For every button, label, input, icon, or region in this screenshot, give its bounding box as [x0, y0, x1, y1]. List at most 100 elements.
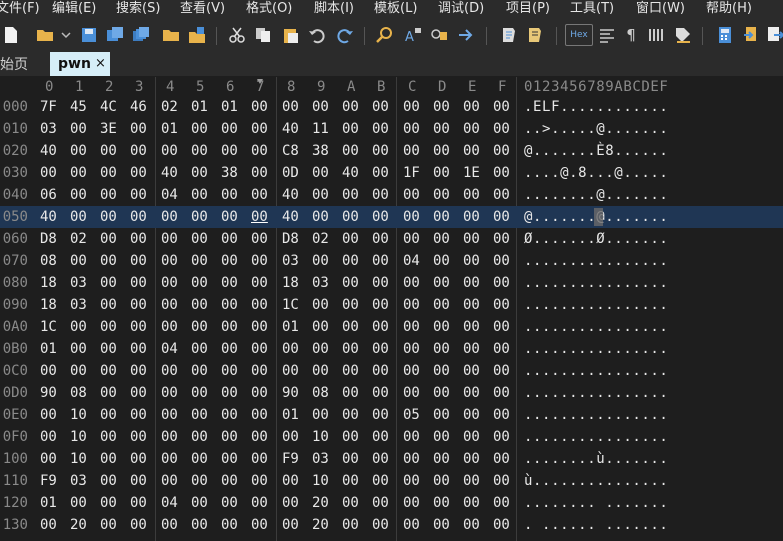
hex-byte[interactable]: 00	[463, 514, 487, 536]
hex-byte[interactable]: 00	[463, 184, 487, 206]
hex-byte[interactable]: 00	[493, 448, 517, 470]
hex-byte[interactable]: 00	[251, 250, 275, 272]
hex-row[interactable]: 060 D8 02 00 00 00 00 00 00 D8 02 00 00 00 00 00 00 Ø....…	[0, 228, 783, 250]
hex-byte[interactable]: 00	[463, 294, 487, 316]
hex-byte[interactable]: 00	[433, 96, 457, 118]
hex-byte[interactable]: 00	[161, 514, 185, 536]
hex-byte[interactable]: 00	[403, 228, 427, 250]
hex-byte[interactable]: 00	[251, 118, 275, 140]
ascii-text[interactable]: ........ù.......	[524, 448, 668, 470]
calculator-icon[interactable]	[714, 24, 736, 46]
hex-byte[interactable]: 1E	[463, 162, 487, 184]
hex-byte[interactable]: 00	[463, 338, 487, 360]
hex-byte[interactable]: 00	[342, 448, 366, 470]
hex-byte[interactable]: 08	[40, 250, 64, 272]
hex-byte[interactable]: 00	[433, 514, 457, 536]
hex-byte[interactable]: 00	[463, 426, 487, 448]
ascii-text[interactable]: ................	[524, 316, 668, 338]
cut-icon[interactable]	[226, 24, 248, 46]
hex-row[interactable]: 0E0 00 10 00 00 00 00 00 00 01 00 00 00 05 00 00 00.....…	[0, 404, 783, 426]
hex-byte[interactable]: 00	[251, 470, 275, 492]
hex-byte[interactable]: 00	[433, 206, 457, 228]
hex-byte[interactable]: 18	[282, 272, 306, 294]
hex-byte[interactable]: 00	[403, 492, 427, 514]
ascii-text[interactable]: ù...............	[524, 470, 668, 492]
hex-byte[interactable]: 46	[130, 96, 154, 118]
hex-byte[interactable]: D8	[40, 228, 64, 250]
hex-byte[interactable]: 00	[372, 206, 396, 228]
hex-byte[interactable]: 00	[372, 470, 396, 492]
hex-byte[interactable]: 00	[372, 448, 396, 470]
hex-byte[interactable]: 04	[161, 338, 185, 360]
ascii-text[interactable]: ................	[524, 338, 668, 360]
hex-byte[interactable]: 00	[221, 382, 245, 404]
hex-byte[interactable]: 00	[312, 162, 336, 184]
hex-byte[interactable]: 00	[433, 382, 457, 404]
hex-byte[interactable]: 00	[403, 118, 427, 140]
menu-item[interactable]: 帮助(H)	[706, 0, 752, 19]
hex-byte[interactable]: 00	[130, 294, 154, 316]
hex-byte[interactable]: 00	[463, 140, 487, 162]
hex-byte[interactable]: 40	[342, 162, 366, 184]
hex-byte[interactable]: 00	[433, 140, 457, 162]
hex-byte[interactable]: 00	[433, 118, 457, 140]
hex-byte[interactable]: 00	[372, 426, 396, 448]
paste-icon[interactable]	[280, 24, 302, 46]
hex-byte[interactable]: C8	[282, 140, 306, 162]
hex-byte[interactable]: 00	[191, 184, 215, 206]
hex-byte[interactable]: 00	[251, 206, 275, 228]
hex-byte[interactable]: 00	[493, 360, 517, 382]
hex-byte[interactable]: 00	[161, 382, 185, 404]
ascii-text[interactable]: ................	[524, 382, 668, 404]
hex-byte[interactable]: 00	[433, 184, 457, 206]
save-all-icon[interactable]	[130, 24, 152, 46]
find-in-files-icon[interactable]	[428, 24, 450, 46]
hex-byte[interactable]: 00	[161, 272, 185, 294]
hex-byte[interactable]: 00	[161, 206, 185, 228]
hex-row[interactable]: 030 00 00 00 00 40 00 38 00 0D 00 40 00 1F 00 1E 00 ....@…	[0, 162, 783, 184]
hex-byte[interactable]: 00	[130, 228, 154, 250]
hex-byte[interactable]: 00	[372, 96, 396, 118]
hex-byte[interactable]: 06	[40, 184, 64, 206]
hex-byte[interactable]: 00	[221, 206, 245, 228]
hex-byte[interactable]: 00	[372, 492, 396, 514]
hex-byte[interactable]: 00	[463, 404, 487, 426]
hex-byte[interactable]: 00	[463, 360, 487, 382]
hex-byte[interactable]: 00	[221, 118, 245, 140]
hex-byte[interactable]: 18	[40, 272, 64, 294]
hex-byte[interactable]: 00	[282, 96, 306, 118]
hex-byte[interactable]: 00	[493, 382, 517, 404]
hex-byte[interactable]: 00	[251, 492, 275, 514]
hex-byte[interactable]: 00	[161, 228, 185, 250]
hex-byte[interactable]: 00	[161, 316, 185, 338]
menu-item[interactable]: 调试(D)	[438, 0, 484, 19]
hex-byte[interactable]: 00	[100, 162, 124, 184]
ascii-text[interactable]: ....@.8...@.....	[524, 162, 668, 184]
hex-byte[interactable]: 00	[251, 382, 275, 404]
hex-byte[interactable]: 01	[40, 492, 64, 514]
hex-byte[interactable]: 00	[403, 360, 427, 382]
hex-byte[interactable]: 38	[221, 162, 245, 184]
hex-byte[interactable]: 10	[70, 404, 94, 426]
hex-byte[interactable]: 00	[130, 162, 154, 184]
menu-item[interactable]: 工具(T)	[570, 0, 614, 19]
hex-byte[interactable]: 00	[342, 382, 366, 404]
hex-byte[interactable]: 00	[463, 96, 487, 118]
hex-row[interactable]: 000 7F 45 4C 46 02 01 01 00 00 00 00 00 00 00 00 00 .ELF.…	[0, 96, 783, 118]
copy-icon[interactable]	[252, 24, 274, 46]
hex-byte[interactable]: 03	[70, 294, 94, 316]
hex-byte[interactable]: 00	[251, 294, 275, 316]
hex-byte[interactable]: 00	[493, 118, 517, 140]
hex-row[interactable]: 05040000000000000004000000000000000@....…	[0, 206, 783, 228]
hex-byte[interactable]: 00	[493, 250, 517, 272]
hex-byte[interactable]: 00	[433, 360, 457, 382]
ascii-text[interactable]: ................	[524, 272, 668, 294]
hex-byte[interactable]: 00	[463, 228, 487, 250]
hex-byte[interactable]: 40	[161, 162, 185, 184]
menu-item[interactable]: 搜索(S)	[116, 0, 160, 19]
hex-byte[interactable]: 00	[221, 360, 245, 382]
hex-byte[interactable]: 00	[493, 338, 517, 360]
hex-byte[interactable]: 00	[342, 360, 366, 382]
hex-byte[interactable]: 00	[100, 448, 124, 470]
hex-byte[interactable]: 00	[100, 338, 124, 360]
